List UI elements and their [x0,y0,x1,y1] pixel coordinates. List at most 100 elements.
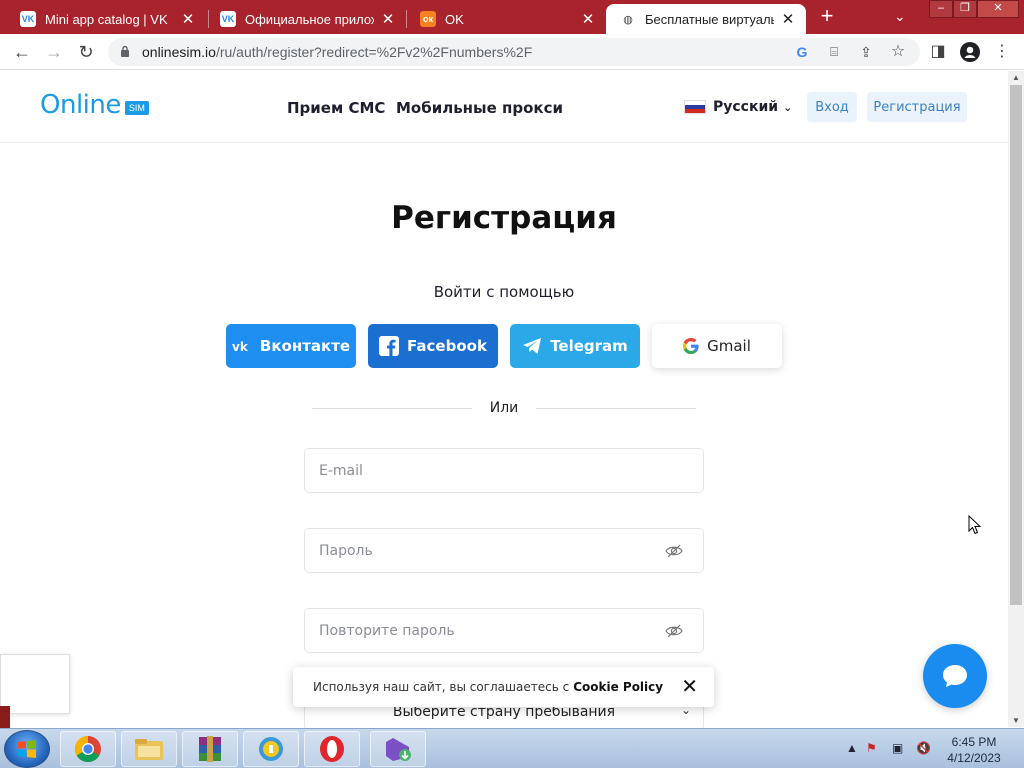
tab-title: Официальное приложен [245,11,374,27]
security-icon [259,737,283,761]
close-icon[interactable]: ✕ [780,10,796,28]
eye-off-icon[interactable] [665,542,683,560]
file-explorer-icon [135,739,163,760]
browser-tab[interactable]: ок OK ✕ [406,4,606,34]
tab-title: Mini app catalog | VK [45,11,168,27]
email-field[interactable] [304,448,704,493]
language-selector[interactable]: Русский ⌄ [684,99,792,115]
facebook-icon [379,336,400,356]
translate-icon[interactable]: ⌸ [822,40,846,64]
repeat-password-field[interactable] [304,608,704,653]
ok-icon: ок [420,11,436,27]
close-icon[interactable]: ✕ [180,10,196,28]
tab-title: OK [445,11,464,27]
vk-icon: VK [220,11,236,27]
reload-icon[interactable]: ↻ [74,40,98,64]
vk-icon: VK [20,11,36,27]
divider-right [536,408,696,409]
tab-search-icon[interactable]: ⌄ [894,8,906,25]
close-icon[interactable]: ✕ [580,10,596,28]
logo-badge: SIM [124,101,149,115]
login-with-label: Войти с помощью [433,283,575,301]
browser-tab-active[interactable]: ◍ Бесплатные виртуальны ✕ [606,4,806,34]
restore-button[interactable]: ❐ [953,0,977,18]
google-lens-icon[interactable]: G [790,40,814,64]
globe-icon: ◍ [620,11,636,27]
taskbar-winrar[interactable] [182,731,238,767]
lock-icon [121,45,129,57]
scrollbar-thumb[interactable] [1010,85,1022,605]
scroll-down-icon[interactable]: ▼ [1012,716,1020,725]
google-icon [683,338,699,354]
system-clock[interactable]: 6:45 PM 4/12/2023 [936,734,1012,766]
cookie-policy-link[interactable]: Cookie Policy [573,680,663,694]
browser-toolbar: ← → ↻ onlinesim.io/ru/auth/register?redi… [0,34,1024,70]
url-text[interactable]: onlinesim.io/ru/auth/register?redirect=%… [142,44,532,60]
windows-logo-icon [18,740,36,758]
taskbar: ▲ ⚑ ▣ 🔇 6:45 PM 4/12/2023 [0,728,1024,768]
gmail-login-label: Gmail [707,337,751,355]
russia-flag-icon [684,100,706,114]
nav-mobile-proxies[interactable]: Мобильные прокси [396,99,563,117]
window-close-button[interactable]: ✕ [977,0,1019,18]
bookmark-star-icon[interactable]: ☆ [886,40,910,64]
vk-icon: vk [232,340,252,352]
side-widget-tab[interactable] [0,706,10,728]
close-icon[interactable]: ✕ [380,10,396,28]
forward-arrow-icon[interactable]: → [42,40,66,64]
clock-date: 4/12/2023 [947,751,1001,765]
chat-button[interactable] [923,644,987,708]
nav-receive-sms[interactable]: Прием СМС [287,99,385,117]
gmail-login-button[interactable]: Gmail [652,324,782,368]
tray-expand-icon[interactable]: ▲ [846,741,858,755]
address-bar[interactable]: onlinesim.io/ru/auth/register?redirect=%… [108,38,920,66]
or-label: Или [489,400,519,416]
site-header: Online SIM Прием СМС Мобильные прокси Ру… [0,71,1008,143]
network-icon[interactable]: ▣ [892,741,903,755]
page-scrollbar[interactable]: ▲ ▼ [1008,71,1024,727]
back-arrow-icon[interactable]: ← [10,40,34,64]
mouse-cursor-icon [968,515,982,535]
taskbar-chrome[interactable] [60,731,116,767]
password-field[interactable] [304,528,704,573]
vk-login-button[interactable]: vk Вконтакте [226,324,356,368]
winrar-icon [199,736,221,762]
start-button[interactable] [4,730,50,768]
close-icon[interactable]: ✕ [681,676,698,696]
eye-off-icon[interactable] [665,622,683,640]
vk-login-label: Вконтакте [259,337,351,355]
browser-tab-bar: VK Mini app catalog | VK ✕ VK Официально… [0,0,1024,34]
taskbar-file-explorer[interactable] [121,731,177,767]
new-tab-button[interactable]: + [814,4,840,30]
chevron-down-icon: ⌄ [783,100,793,114]
page-title: Регистрация [391,200,617,236]
taskbar-visual-studio[interactable] [370,731,426,767]
telegram-icon [522,337,542,355]
action-center-icon[interactable]: ⚑ [866,741,877,755]
volume-muted-icon[interactable]: 🔇 [916,741,931,755]
visual-studio-icon [386,738,411,761]
register-button[interactable]: Регистрация [867,92,967,122]
language-label: Русский [713,99,779,115]
side-panel-icon[interactable]: ◨ [926,40,950,64]
profile-icon[interactable] [958,40,982,64]
site-logo[interactable]: Online SIM [40,90,149,120]
share-icon[interactable]: ⇪ [854,40,878,64]
taskbar-opera[interactable] [304,731,360,767]
login-button[interactable]: Вход [807,92,857,122]
email-input[interactable] [305,449,703,492]
more-menu-icon[interactable]: ⋮ [990,40,1014,64]
facebook-login-button[interactable]: Facebook [368,324,498,368]
scroll-up-icon[interactable]: ▲ [1012,73,1020,82]
recaptcha-widget[interactable] [0,654,70,714]
browser-tab[interactable]: VK Mini app catalog | VK ✕ [6,4,206,34]
minimize-button[interactable]: – [929,0,953,18]
opera-icon [320,736,344,762]
cookie-banner: Используя наш сайт, вы соглашаетесь с Co… [293,667,714,707]
password-input[interactable] [305,529,703,572]
browser-tab[interactable]: VK Официальное приложен ✕ [206,4,406,34]
repeat-password-input[interactable] [305,609,703,652]
taskbar-security-app[interactable] [243,731,299,767]
facebook-login-label: Facebook [407,337,487,355]
telegram-login-button[interactable]: Telegram [510,324,640,368]
